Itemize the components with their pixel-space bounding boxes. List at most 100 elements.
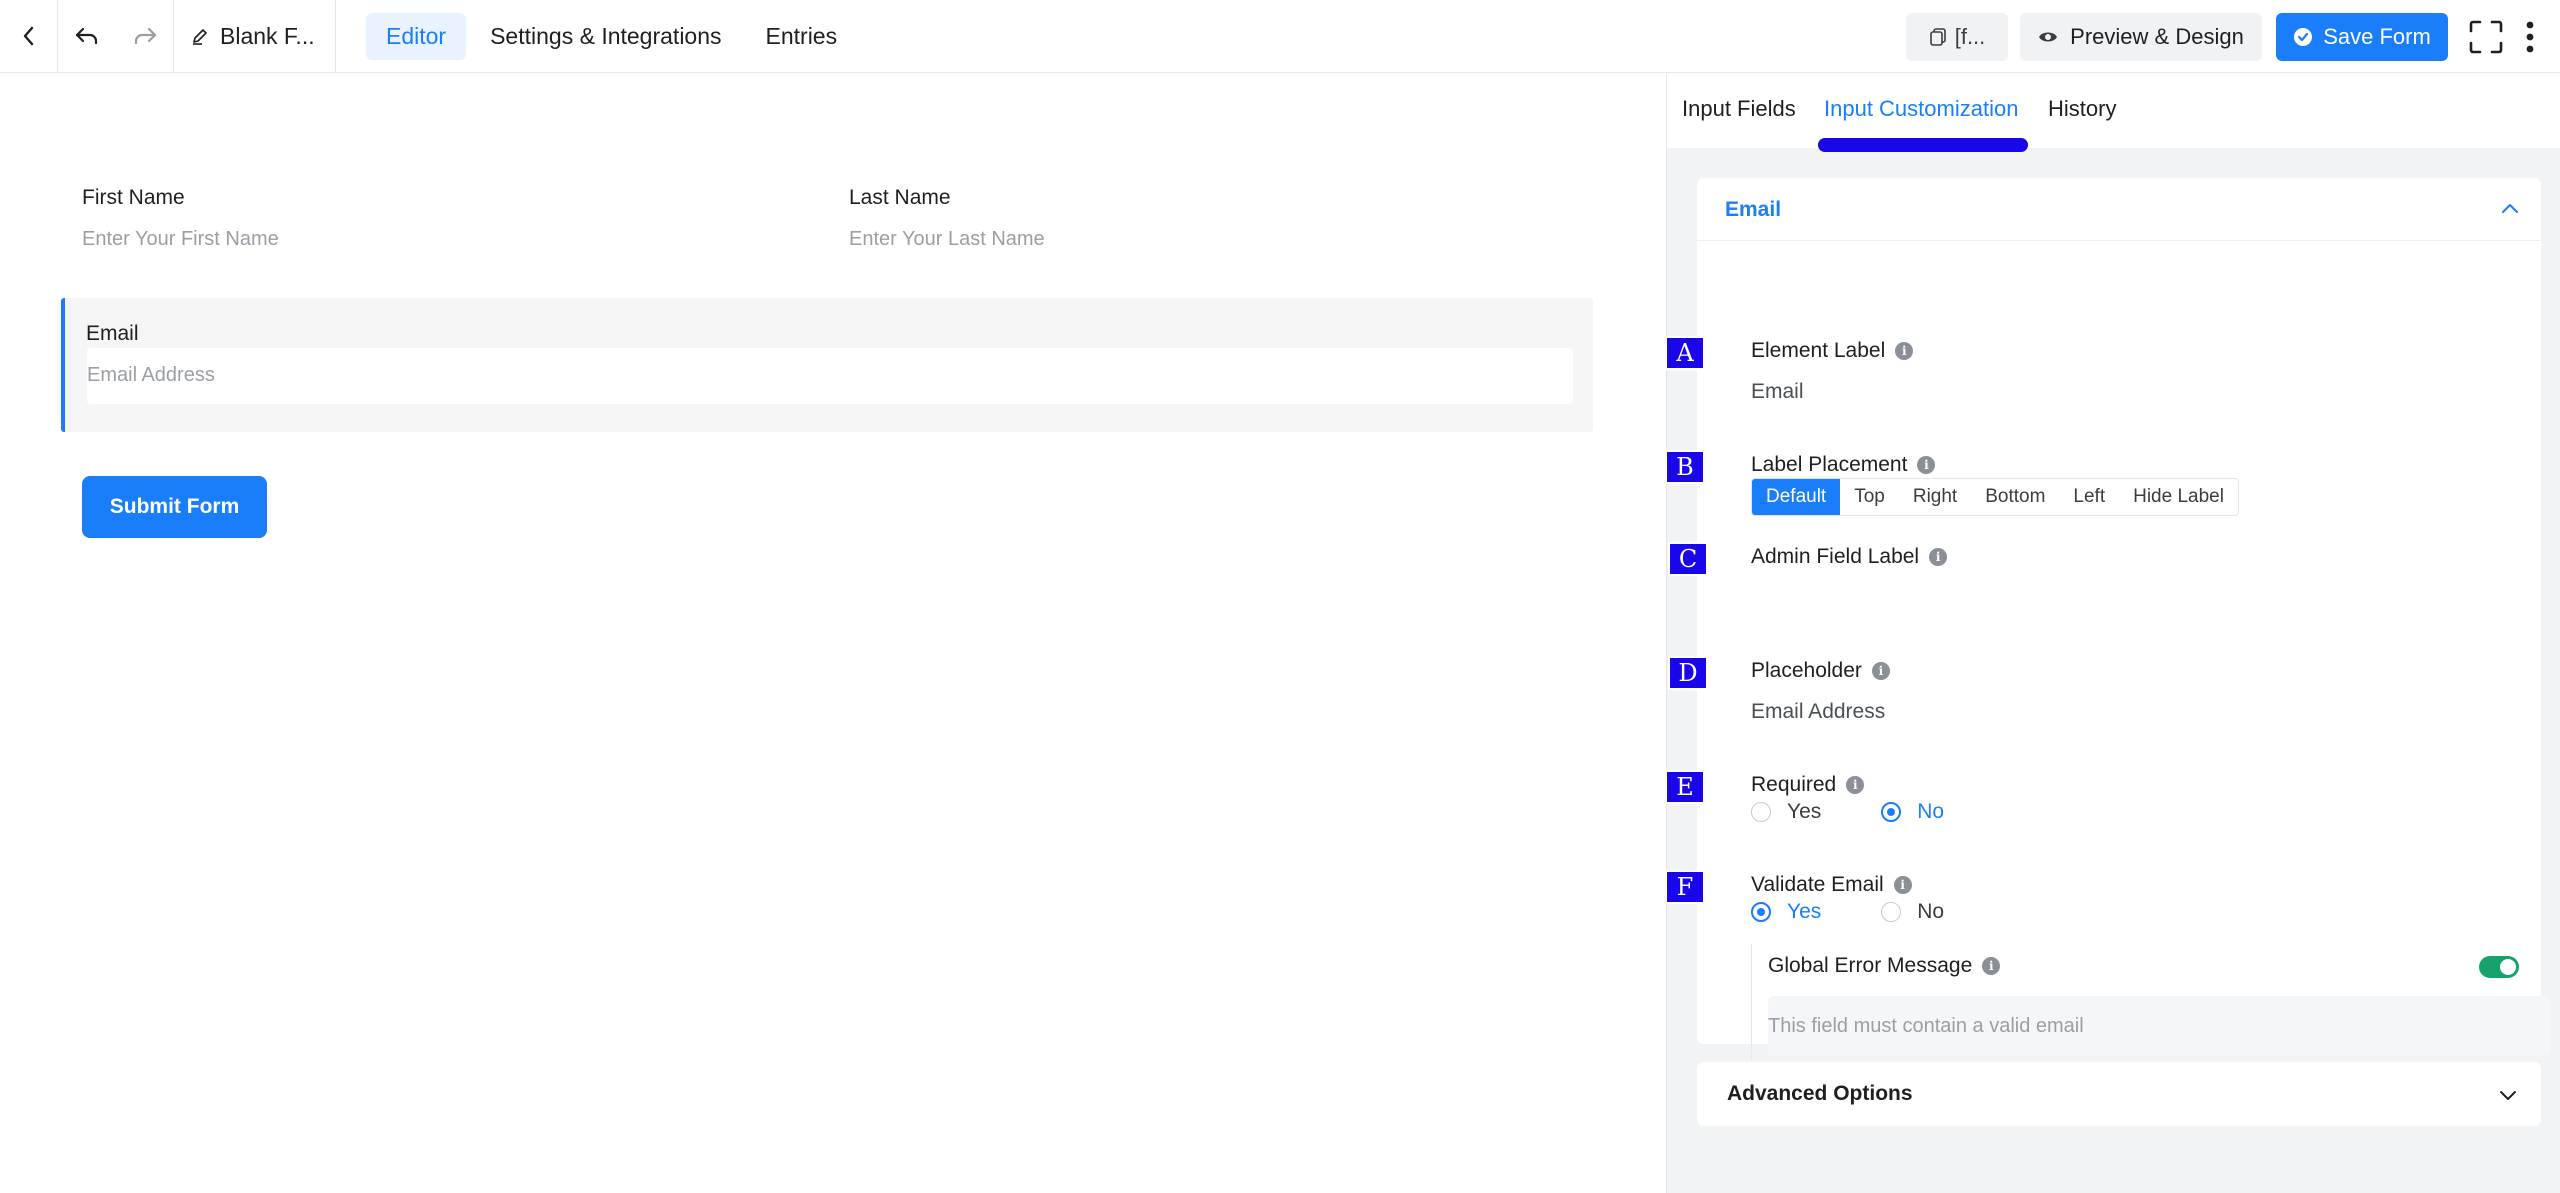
info-icon[interactable]: i <box>1917 456 1936 474</box>
preview-design-label: Preview & Design <box>2070 23 2244 49</box>
placement-default[interactable]: Default <box>1752 479 1841 515</box>
placement-hide-label[interactable]: Hide Label <box>2119 479 2238 515</box>
required-options: Yes No <box>1751 800 2004 824</box>
info-icon[interactable]: i <box>1846 776 1865 794</box>
first-name-label: First Name <box>82 186 185 209</box>
preview-design-button[interactable]: Preview & Design <box>2020 12 2262 61</box>
validate-no-radio[interactable] <box>1881 902 1902 922</box>
first-name-input[interactable]: Enter Your First Name <box>82 228 279 251</box>
back-button[interactable] <box>0 0 58 73</box>
marker-b: B <box>1665 450 1705 484</box>
info-icon[interactable]: i <box>1929 548 1948 566</box>
shortcode-text: [f... <box>1954 23 1986 49</box>
global-error-placeholder: This field must contain a valid email <box>1768 1014 2084 1037</box>
settings-panel: Input Fields Input Customization History… <box>1665 74 2560 1193</box>
advanced-options-card[interactable]: Advanced Options <box>1697 1062 2541 1126</box>
marker-a: A <box>1665 336 1705 370</box>
pencil-icon <box>193 29 207 45</box>
email-card-header[interactable]: Email <box>1697 178 2541 241</box>
fullscreen-button[interactable] <box>2464 13 2508 61</box>
toolbar-actions: [f... Preview & Design Save Form <box>1906 0 2560 73</box>
required-heading: Required i <box>1751 773 1865 797</box>
required-yes-radio[interactable] <box>1751 802 1771 822</box>
tab-input-customization[interactable]: Input Customization <box>1824 96 2018 122</box>
placement-top[interactable]: Top <box>1840 479 1899 515</box>
more-vertical-icon <box>2526 21 2534 52</box>
main-tabs: Editor Settings & Integrations Entries <box>366 12 858 60</box>
placeholder-input[interactable]: Email Address <box>1751 700 1885 724</box>
chevron-left-icon <box>23 26 33 46</box>
active-tab-indicator <box>1818 138 2028 152</box>
validate-email-text: Validate Email <box>1751 873 1884 896</box>
validate-no-label[interactable]: No <box>1917 900 1944 924</box>
undo-icon <box>75 27 98 45</box>
panel-tabs: Input Fields Input Customization History <box>1667 74 2560 152</box>
email-settings-card: Email A Element Label i Email B Label Pl… <box>1665 178 2550 1060</box>
tab-settings-integrations[interactable]: Settings & Integrations <box>470 13 741 60</box>
element-label-input[interactable]: Email <box>1751 380 1804 404</box>
tab-history[interactable]: History <box>2048 96 2116 122</box>
global-error-section: Global Error Message i This field must c… <box>1751 944 2550 1060</box>
label-placement-heading: Label Placement i <box>1751 453 1936 477</box>
email-input[interactable]: Email Address <box>87 348 1573 404</box>
email-field-block[interactable]: Email Email Address <box>61 298 1593 432</box>
form-canvas: First Name Enter Your First Name Last Na… <box>0 74 1666 1193</box>
email-label: Email <box>86 322 139 345</box>
validate-yes-label[interactable]: Yes <box>1787 900 1821 924</box>
info-icon[interactable]: i <box>1982 957 2001 975</box>
top-toolbar: Blank F... Editor Settings & Integration… <box>0 0 2560 73</box>
last-name-label: Last Name <box>849 186 951 209</box>
marker-f: F <box>1665 870 1705 904</box>
save-form-button[interactable]: Save Form <box>2276 12 2448 61</box>
required-yes-label[interactable]: Yes <box>1787 800 1821 824</box>
validate-yes-radio[interactable] <box>1751 902 1771 922</box>
email-placeholder: Email Address <box>87 364 215 386</box>
marker-c: C <box>1668 542 1708 576</box>
redo-button[interactable] <box>116 0 174 73</box>
global-error-toggle[interactable] <box>2479 956 2519 978</box>
tab-editor[interactable]: Editor <box>366 12 467 60</box>
chevron-down-icon <box>2500 1091 2516 1100</box>
placement-left[interactable]: Left <box>2059 479 2120 515</box>
admin-field-label-text: Admin Field Label <box>1751 545 1920 568</box>
info-icon[interactable]: i <box>1871 662 1890 680</box>
info-icon[interactable]: i <box>1893 876 1912 894</box>
label-placement-text: Label Placement <box>1751 453 1908 476</box>
validate-email-heading: Validate Email i <box>1751 873 1912 897</box>
advanced-options-title: Advanced Options <box>1727 1082 1913 1105</box>
tab-input-fields[interactable]: Input Fields <box>1682 96 1796 122</box>
email-card-title: Email <box>1725 198 1782 221</box>
form-title[interactable]: Blank F... <box>174 0 336 73</box>
required-no-radio[interactable] <box>1881 802 1902 822</box>
info-icon[interactable]: i <box>1895 342 1914 360</box>
placement-bottom[interactable]: Bottom <box>1971 479 2060 515</box>
redo-icon <box>134 27 156 45</box>
copy-icon <box>1929 27 1946 46</box>
placeholder-text: Placeholder <box>1751 659 1862 682</box>
label-placement-selector: Default Top Right Bottom Left Hide Label <box>1751 478 2239 516</box>
placement-right[interactable]: Right <box>1898 479 1972 515</box>
global-error-text: Global Error Message <box>1768 954 1973 977</box>
save-form-label: Save Form <box>2323 23 2431 49</box>
form-title-text: Blank F... <box>220 22 315 49</box>
submit-form-button[interactable]: Submit Form <box>82 476 267 538</box>
fullscreen-icon <box>2469 20 2503 53</box>
last-name-input[interactable]: Enter Your Last Name <box>849 228 1045 251</box>
admin-field-label-heading: Admin Field Label i <box>1751 545 1948 569</box>
check-circle-icon <box>2294 27 2313 46</box>
eye-icon <box>2039 32 2058 41</box>
placeholder-heading: Placeholder i <box>1751 659 1890 683</box>
marker-d: D <box>1668 656 1708 690</box>
more-options-button[interactable] <box>2508 13 2552 61</box>
global-error-heading: Global Error Message i <box>1768 954 2001 978</box>
undo-button[interactable] <box>58 0 116 73</box>
element-label-text: Element Label <box>1751 339 1886 362</box>
required-no-label[interactable]: No <box>1917 800 1944 824</box>
admin-field-label-input[interactable] <box>1751 583 2511 623</box>
global-error-input[interactable]: This field must contain a valid email <box>1768 996 2550 1056</box>
element-label-heading: Element Label i <box>1751 339 1914 363</box>
required-text: Required <box>1751 773 1837 796</box>
shortcode-button[interactable]: [f... <box>1906 12 2008 61</box>
tab-entries[interactable]: Entries <box>746 13 858 60</box>
validate-email-options: Yes No <box>1751 900 2004 924</box>
